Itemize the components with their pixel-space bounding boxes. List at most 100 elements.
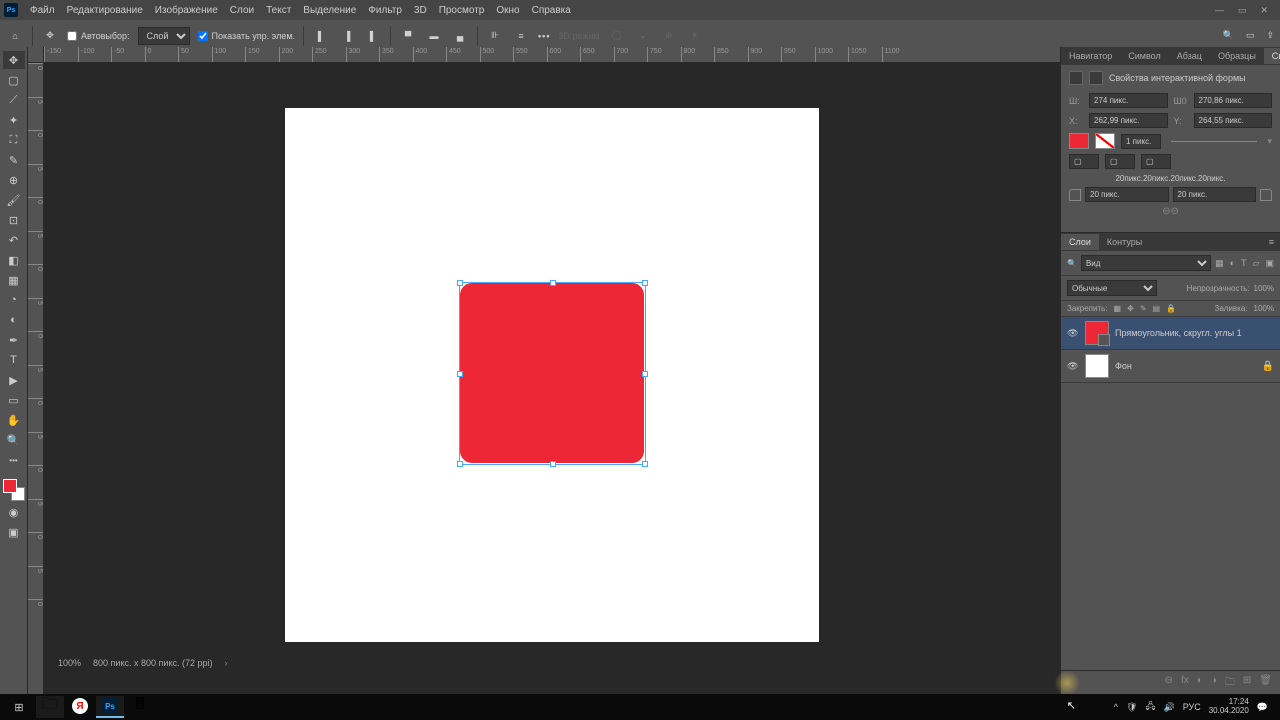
menu-window[interactable]: Окно: [490, 3, 525, 18]
handle-tl[interactable]: [457, 280, 463, 286]
explorer-app[interactable]: 🗀: [36, 696, 64, 718]
doc-info-chevron-icon[interactable]: ›: [224, 658, 227, 668]
3d-icon-4[interactable]: ✦: [686, 27, 704, 45]
zoom-value[interactable]: 100%: [58, 658, 81, 668]
layer-filter-select[interactable]: Вид: [1081, 255, 1211, 271]
tray-notification-icon[interactable]: 💬: [1257, 702, 1268, 713]
handle-ml[interactable]: [457, 371, 463, 377]
search-icon[interactable]: 🔍: [1223, 30, 1234, 41]
auto-select-checkbox[interactable]: Автовыбор:: [67, 31, 130, 41]
screen-mode-tool[interactable]: ▣: [3, 523, 25, 541]
layer-name[interactable]: Фон: [1115, 361, 1132, 371]
blur-tool[interactable]: ◔: [3, 291, 25, 309]
handle-tm[interactable]: [550, 280, 556, 286]
eraser-tool[interactable]: ◧: [3, 251, 25, 269]
share-icon[interactable]: ⇪: [1266, 30, 1274, 41]
quickmask-tool[interactable]: ◉: [3, 503, 25, 521]
color-swatches[interactable]: [3, 479, 25, 501]
taskbar-clock[interactable]: 17:24 30.04.2020: [1209, 698, 1249, 716]
3d-icon-1[interactable]: ◯: [608, 27, 626, 45]
wand-tool[interactable]: ✦: [3, 111, 25, 129]
lasso-tool[interactable]: ⟋: [3, 91, 25, 109]
stamp-tool[interactable]: ⊡: [3, 211, 25, 229]
align-right-icon[interactable]: ▌: [364, 27, 382, 45]
align-style[interactable]: ▢: [1141, 154, 1171, 169]
filter-text-icon[interactable]: T: [1241, 258, 1247, 269]
tab-layers[interactable]: Слои: [1061, 234, 1099, 250]
menu-layers[interactable]: Слои: [224, 3, 260, 18]
layer-name[interactable]: Прямоугольник, скругл. углы 1: [1115, 328, 1242, 338]
delete-layer-icon[interactable]: 🗑: [1259, 675, 1272, 692]
workspace-icon[interactable]: ▭: [1246, 30, 1255, 41]
distribute-h-icon[interactable]: ⊪: [486, 27, 504, 45]
eyedropper-tool[interactable]: ✎: [3, 151, 25, 169]
menu-select[interactable]: Выделение: [297, 3, 362, 18]
tab-navigator[interactable]: Навигатор: [1061, 48, 1120, 64]
fg-color-swatch[interactable]: [3, 479, 17, 493]
doc-info[interactable]: 800 пикс. x 800 пикс. (72 ppi): [93, 658, 212, 668]
tab-swatches[interactable]: Образцы: [1210, 48, 1264, 64]
3d-icon-3[interactable]: ⊕: [660, 27, 678, 45]
width-value[interactable]: 274 пикс.: [1089, 93, 1168, 108]
layer-shape[interactable]: 👁 Прямоугольник, скругл. углы 1: [1061, 317, 1280, 350]
tab-paths[interactable]: Контуры: [1099, 234, 1150, 250]
join-style[interactable]: ▢: [1105, 154, 1135, 169]
distribute-v-icon[interactable]: ≡: [512, 27, 530, 45]
start-button[interactable]: ⊞: [4, 696, 34, 718]
3d-icon-2[interactable]: ◒: [634, 27, 652, 45]
stroke-width[interactable]: 1 пикс.: [1121, 134, 1161, 149]
dodge-tool[interactable]: ◐: [3, 311, 25, 329]
pen-tool[interactable]: ✒: [3, 331, 25, 349]
menu-text[interactable]: Текст: [260, 3, 297, 18]
cap-style[interactable]: ▢: [1069, 154, 1099, 169]
align-top-icon[interactable]: ▀: [399, 27, 417, 45]
gradient-tool[interactable]: ▦: [3, 271, 25, 289]
marquee-tool[interactable]: ▢: [3, 71, 25, 89]
handle-bl[interactable]: [457, 461, 463, 467]
group-icon[interactable]: 🗀: [1225, 675, 1235, 692]
ruler-horizontal[interactable]: -150-100-5005010015020025030035040045050…: [44, 47, 1060, 63]
selection-box[interactable]: [459, 282, 646, 465]
visibility-toggle-icon[interactable]: 👁: [1067, 328, 1079, 339]
more-tools[interactable]: •••: [3, 451, 25, 469]
handle-bm[interactable]: [550, 461, 556, 467]
calculator-app[interactable]: 🖩: [126, 696, 154, 718]
align-left-icon[interactable]: ▌: [312, 27, 330, 45]
more-options-icon[interactable]: •••: [538, 31, 550, 41]
path-select-tool[interactable]: ▶: [3, 371, 25, 389]
blend-mode-select[interactable]: Обычные: [1067, 280, 1157, 296]
layers-menu-icon[interactable]: ≡: [1263, 237, 1280, 247]
minimize-icon[interactable]: —: [1215, 5, 1224, 16]
fill-swatch[interactable]: [1069, 133, 1089, 149]
maximize-icon[interactable]: ▭: [1238, 5, 1247, 16]
link-corners-icon[interactable]: ⊖⊖: [1069, 206, 1272, 217]
align-center-h-icon[interactable]: ▐: [338, 27, 356, 45]
filter-adjust-icon[interactable]: ◐: [1230, 258, 1235, 269]
shape-tool[interactable]: ▭: [3, 391, 25, 409]
lock-pos-icon[interactable]: ✥: [1127, 304, 1134, 313]
align-bottom-icon[interactable]: ▄: [451, 27, 469, 45]
fill-value[interactable]: 100%: [1254, 304, 1274, 313]
auto-select-target[interactable]: Слой: [138, 27, 190, 45]
stroke-style-line[interactable]: [1171, 141, 1257, 142]
home-icon[interactable]: ⌂: [6, 27, 24, 45]
brush-tool[interactable]: 🖌: [3, 191, 25, 209]
move-tool[interactable]: ✥: [3, 51, 25, 69]
corner-tr-value[interactable]: 20 пикс.: [1173, 187, 1257, 202]
tab-properties[interactable]: Свойства: [1264, 48, 1280, 64]
x-value[interactable]: 262,99 пикс.: [1089, 113, 1168, 128]
stroke-dropdown-icon[interactable]: ▾: [1267, 136, 1272, 147]
lock-all-icon[interactable]: ▦: [1114, 304, 1122, 313]
crop-tool[interactable]: ⛶: [3, 131, 25, 149]
canvas[interactable]: [285, 108, 819, 642]
tab-paragraph[interactable]: Абзац: [1169, 48, 1210, 64]
heal-tool[interactable]: ⊕: [3, 171, 25, 189]
layer-thumb[interactable]: [1085, 321, 1109, 345]
stroke-swatch[interactable]: [1095, 133, 1115, 149]
yandex-app[interactable]: Я: [66, 696, 94, 718]
lock-icon[interactable]: 🔒: [1166, 304, 1176, 313]
zoom-tool[interactable]: 🔍: [3, 431, 25, 449]
layer-thumb[interactable]: [1085, 354, 1109, 378]
tab-character[interactable]: Символ: [1120, 48, 1168, 64]
corner-tl-value[interactable]: 20 пикс.: [1085, 187, 1169, 202]
